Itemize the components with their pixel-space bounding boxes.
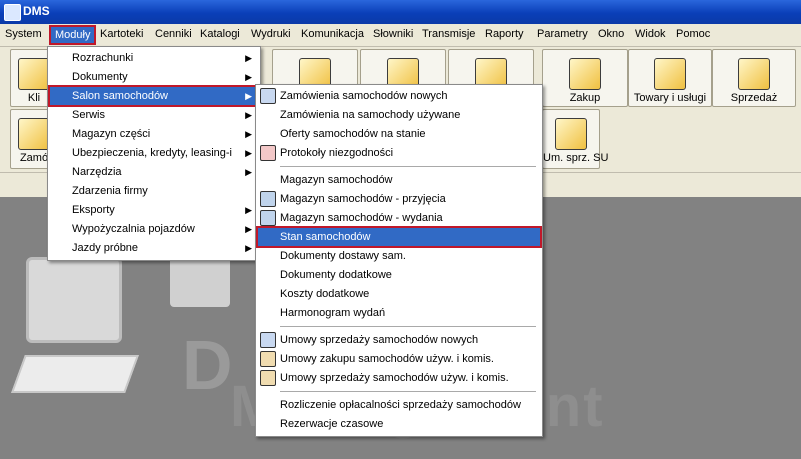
submenu-arrow-icon: ▶ bbox=[245, 167, 252, 177]
submenu-item-protokoly[interactable]: Protokoły niezgodności bbox=[258, 144, 540, 162]
menu-item-zdarzenia-firmy[interactable]: Zdarzenia firmy bbox=[50, 182, 258, 200]
submenu-item-rozliczenie[interactable]: Rozliczenie opłacalności sprzedaży samoc… bbox=[258, 396, 540, 414]
submenu-item-zamowienia-uzywane[interactable]: Zamówienia na samochody używane bbox=[258, 106, 540, 124]
menu-katalogi[interactable]: Katalogi bbox=[200, 28, 240, 40]
menu-transmisje[interactable]: Transmisje bbox=[422, 28, 475, 40]
logo-letter: D bbox=[182, 326, 233, 404]
submenu-arrow-icon: ▶ bbox=[245, 91, 252, 101]
dms-app-icon bbox=[4, 4, 21, 21]
clients-icon bbox=[18, 58, 50, 90]
menu-kartoteki[interactable]: Kartoteki bbox=[100, 28, 143, 40]
submenu-item-umowy-sprzedazy-nowych[interactable]: Umowy sprzedaży samochodów nowych bbox=[258, 331, 540, 349]
submenu-item-magazyn-wydania[interactable]: Magazyn samochodów - wydania bbox=[258, 209, 540, 227]
menu-cenniki[interactable]: Cenniki bbox=[155, 28, 192, 40]
goods-services-icon bbox=[654, 58, 686, 90]
menu-item-wypozyczalnia[interactable]: Wypożyczalnia pojazdów ▶ bbox=[50, 220, 258, 238]
submenu-item-magazyn[interactable]: Magazyn samochodów bbox=[258, 171, 540, 189]
sale-contract-icon bbox=[260, 370, 276, 386]
submenu-item-oferty[interactable]: Oferty samochodów na stanie bbox=[258, 125, 540, 143]
menu-item-magazyn-czesci[interactable]: Magazyn części ▶ bbox=[50, 125, 258, 143]
new-car-order-icon bbox=[260, 88, 276, 104]
submenu-item-zamowienia-nowych[interactable]: Zamówienia samochodów nowych bbox=[258, 87, 540, 105]
toolbar-button-um-sprz-su[interactable]: Um. sprz. SU bbox=[542, 109, 608, 169]
menu-separator bbox=[280, 326, 536, 327]
menu-moduly[interactable]: Moduły bbox=[49, 25, 97, 45]
menu-item-salon-samochodow[interactable]: Salon samochodów ▶ bbox=[48, 85, 260, 107]
contract-icon bbox=[260, 332, 276, 348]
menu-okno[interactable]: Okno bbox=[598, 28, 624, 40]
menu-item-serwis[interactable]: Serwis ▶ bbox=[50, 106, 258, 124]
submenu-arrow-icon: ▶ bbox=[245, 110, 252, 120]
menu-item-eksporty[interactable]: Eksporty ▶ bbox=[50, 201, 258, 219]
purchase-contract-icon bbox=[260, 351, 276, 367]
submenu-arrow-icon: ▶ bbox=[245, 53, 252, 63]
salon-submenu: Zamówienia samochodów nowych Zamówienia … bbox=[255, 84, 543, 437]
menu-slowniki[interactable]: Słowniki bbox=[373, 28, 413, 40]
menu-separator bbox=[280, 391, 536, 392]
nonconformity-icon bbox=[260, 145, 276, 161]
menu-separator bbox=[280, 166, 536, 167]
submenu-arrow-icon: ▶ bbox=[245, 148, 252, 158]
menu-raporty[interactable]: Raporty bbox=[485, 28, 524, 40]
toolbar-button-zakup[interactable]: Zakup bbox=[542, 49, 628, 107]
dispatch-icon bbox=[260, 210, 276, 226]
submenu-item-dokumenty-dodatkowe[interactable]: Dokumenty dodatkowe bbox=[258, 266, 540, 284]
submenu-item-harmonogram[interactable]: Harmonogram wydań bbox=[258, 304, 540, 322]
menu-item-narzedzia[interactable]: Narzędzia ▶ bbox=[50, 163, 258, 181]
submenu-arrow-icon: ▶ bbox=[245, 129, 252, 139]
menu-system[interactable]: System bbox=[5, 28, 42, 40]
menu-parametry[interactable]: Parametry bbox=[537, 28, 588, 40]
receipt-icon bbox=[260, 191, 276, 207]
submenu-arrow-icon: ▶ bbox=[245, 205, 252, 215]
submenu-item-koszty-dodatkowe[interactable]: Koszty dodatkowe bbox=[258, 285, 540, 303]
submenu-item-umowy-zakupu-uzyw[interactable]: Umowy zakupu samochodów używ. i komis. bbox=[258, 350, 540, 368]
computer-illustration bbox=[11, 237, 139, 407]
menu-pomoc[interactable]: Pomoc bbox=[676, 28, 710, 40]
menu-item-jazdy-probne[interactable]: Jazdy próbne ▶ bbox=[50, 239, 258, 257]
title-bar: DMS bbox=[0, 0, 801, 24]
submenu-arrow-icon: ▶ bbox=[245, 224, 252, 234]
menu-wydruki[interactable]: Wydruki bbox=[251, 28, 291, 40]
submenu-item-rezerwacje[interactable]: Rezerwacje czasowe bbox=[258, 415, 540, 433]
submenu-item-stan-samochodow[interactable]: Stan samochodów bbox=[256, 226, 542, 248]
modules-menu: Rozrachunki ▶ Dokumenty ▶ Salon samochodów… bbox=[47, 46, 261, 261]
window-title: DMS bbox=[23, 4, 50, 18]
menu-item-ubezpieczenia[interactable]: Ubezpieczenia, kredyty, leasing-i ▶ bbox=[50, 144, 258, 162]
submenu-arrow-icon: ▶ bbox=[245, 243, 252, 253]
submenu-item-dokumenty-dostawy[interactable]: Dokumenty dostawy sam. bbox=[258, 247, 540, 265]
menu-bar: System Moduły Kartoteki Cenniki Katalogi… bbox=[0, 24, 801, 47]
toolbar-button-towary-uslugi[interactable]: Towary i usługi bbox=[628, 49, 712, 107]
submenu-item-umowy-sprzedazy-uzyw[interactable]: Umowy sprzedaży samochodów używ. i komis… bbox=[258, 369, 540, 387]
menu-widok[interactable]: Widok bbox=[635, 28, 666, 40]
menu-item-rozrachunki[interactable]: Rozrachunki ▶ bbox=[50, 49, 258, 67]
sales-icon bbox=[738, 58, 770, 90]
menu-komunikacja[interactable]: Komunikacja bbox=[301, 28, 364, 40]
purchase-icon bbox=[569, 58, 601, 90]
menu-item-dokumenty[interactable]: Dokumenty ▶ bbox=[50, 68, 258, 86]
submenu-arrow-icon: ▶ bbox=[245, 72, 252, 82]
toolbar-button-sprzedaz[interactable]: Sprzedaż bbox=[712, 49, 796, 107]
submenu-item-magazyn-przyjecia[interactable]: Magazyn samochodów - przyjęcia bbox=[258, 190, 540, 208]
car-contract-icon bbox=[555, 118, 587, 150]
orders-icon bbox=[18, 118, 50, 150]
